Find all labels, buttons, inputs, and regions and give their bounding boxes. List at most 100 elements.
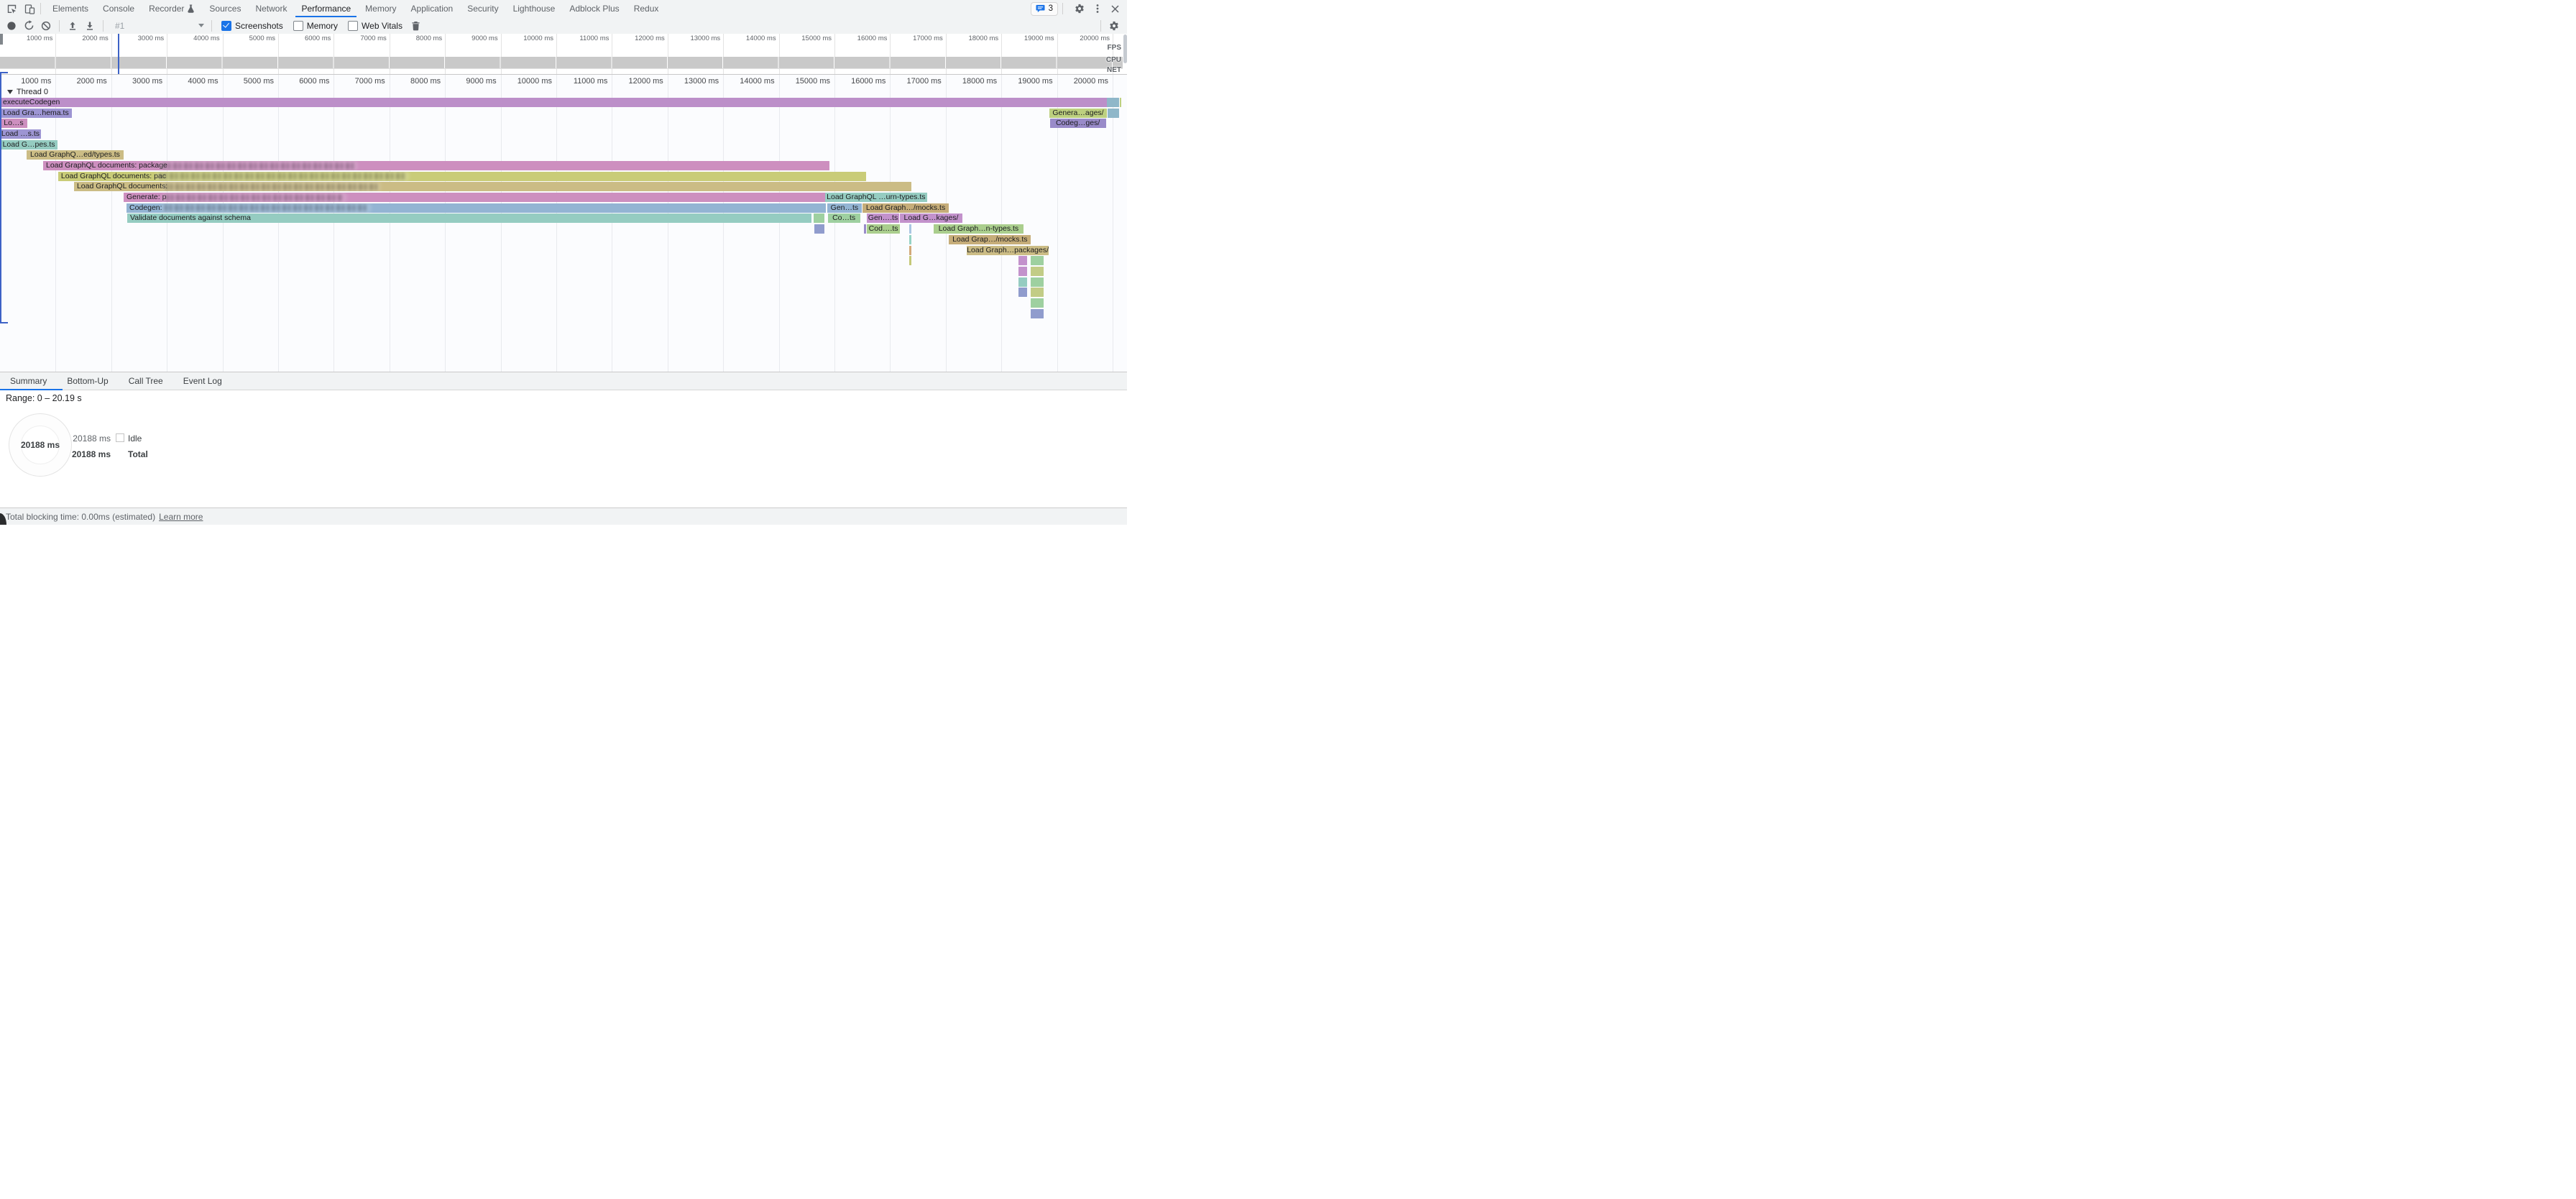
flame-bar[interactable]: Load …s.ts [0,129,41,139]
flame-bar[interactable]: Load Gra…hema.ts [0,109,72,118]
details-tab-summary[interactable]: Summary [0,372,57,390]
flame-bar-fragment[interactable] [1018,256,1027,265]
web-vitals-checkbox[interactable] [348,21,358,31]
flame-bar-fragment[interactable] [1031,256,1044,265]
device-toolbar-icon[interactable] [24,3,36,15]
settings-gear-icon[interactable] [1073,3,1085,15]
capture-settings-gear-icon[interactable] [1107,19,1121,33]
flame-bar-fragment[interactable] [814,213,824,223]
chat-bubble-icon [1036,4,1045,13]
flame-bar-fragment[interactable] [1031,309,1044,318]
tabbar-right-controls: 3 [1031,2,1127,16]
flame-bar[interactable]: Gen….ts [867,213,899,223]
flame-bar-fragment[interactable] [1031,288,1044,297]
memory-checkbox[interactable] [293,21,303,31]
flame-bar[interactable]: Load Graph…/mocks.ts [862,203,949,213]
flame-bar[interactable]: Codegen: [126,203,826,213]
flame-bar-fragment[interactable] [1107,98,1119,107]
tab-elements[interactable]: Elements [45,0,96,17]
flame-bar-fragment[interactable] [1031,277,1044,287]
flame-bar[interactable]: Codeg…ges/ [1050,119,1106,128]
learn-more-link[interactable]: Learn more [159,512,203,522]
details-tab-call-tree[interactable]: Call Tree [119,372,173,390]
tab-adblock-plus[interactable]: Adblock Plus [562,0,626,17]
total-value: 20188 ms [68,449,111,459]
tab-network[interactable]: Network [248,0,294,17]
save-profile-icon[interactable] [83,19,97,33]
profile-history-select[interactable]: #1 [111,21,204,31]
flame-bar-fragment[interactable] [864,224,866,234]
flame-bar-fragment[interactable] [1018,267,1027,276]
tab-security[interactable]: Security [460,0,505,17]
timeline-overview[interactable]: 1000 ms2000 ms3000 ms4000 ms5000 ms6000 … [0,34,1127,75]
reload-and-record-button[interactable] [22,19,36,33]
flame-bar[interactable]: Load G…kages/ [900,213,962,223]
flame-bar[interactable]: executeCodegen [0,98,1109,107]
tab-redux[interactable]: Redux [627,0,666,17]
issues-badge[interactable]: 3 [1031,2,1058,16]
tab-console[interactable]: Console [96,0,142,17]
flame-gridline [946,75,947,372]
screenshots-checkbox[interactable] [221,21,231,31]
kebab-menu-icon[interactable] [1091,3,1103,15]
details-tab-event-log[interactable]: Event Log [173,372,232,390]
screenshots-label: Screenshots [235,21,283,31]
flame-bar-fragment[interactable] [1031,267,1044,276]
flame-bar[interactable]: Gen…ts [827,203,862,213]
flame-bar[interactable]: Validate documents against schema [127,213,811,223]
ruler-tick-label: 15000 ms [783,77,830,86]
redacted-text-blur [160,173,406,180]
performance-toolbar: #1 Screenshots Memory Web Vitals [0,17,1127,35]
tab-sources[interactable]: Sources [202,0,248,17]
flame-bar-fragment[interactable] [1018,288,1027,297]
flame-bar[interactable]: Load G…pes.ts [0,140,58,150]
flame-bar-fragment[interactable] [1018,277,1027,287]
flame-bar-fragment[interactable] [1031,298,1044,308]
devtools-tabbar: Elements ConsoleRecorderSources Network Per… [0,0,1127,18]
flame-bar[interactable]: Load GraphQ…ed/types.ts [27,150,124,160]
flame-bar-fragment[interactable] [909,256,911,265]
memory-checkbox-row[interactable]: Memory [293,21,338,31]
flame-bar[interactable]: Genera…ages/ [1049,109,1107,118]
flame-bar[interactable]: Generate: p [124,193,827,202]
details-tab-bottom-up[interactable]: Bottom-Up [57,372,118,390]
tab-label: Elements [52,4,88,14]
flame-bar[interactable]: Load Grap…/mocks.ts [949,235,1031,244]
overview-marker-line[interactable] [118,34,119,74]
flame-vertical-scrollbar[interactable] [1123,35,1127,63]
flame-bar[interactable]: Load Graph…packages/ [967,246,1049,255]
flame-bar-fragment[interactable] [909,246,911,255]
tab-recorder[interactable]: Recorder [142,0,202,17]
tab-application[interactable]: Application [404,0,461,17]
flame-bar-fragment[interactable] [814,224,824,234]
flame-bar[interactable]: Lo…s [0,119,27,128]
flame-bar[interactable]: Load GraphQL …urn-types.ts [825,193,927,202]
flame-bar[interactable]: Load GraphQL documents: package [43,161,829,170]
tab-label: Network [255,4,287,14]
trash-icon[interactable] [409,19,423,33]
flame-bar-fragment[interactable] [909,235,911,244]
inspect-element-icon[interactable] [6,3,18,15]
thread-0-header[interactable]: Thread 0 [7,87,48,97]
web-vitals-checkbox-row[interactable]: Web Vitals [348,21,402,31]
flame-bar[interactable]: Load GraphQL documents: [74,182,911,191]
flame-bar-fragment[interactable] [1120,98,1121,107]
overview-tick-label: 17000 ms [900,35,943,42]
tab-performance[interactable]: Performance [294,0,358,17]
flame-chart-canvas[interactable] [0,75,1127,372]
load-profile-icon[interactable] [65,19,80,33]
flame-bar-fragment[interactable] [1108,109,1119,118]
tab-lighthouse[interactable]: Lighthouse [506,0,563,17]
flame-bar-fragment[interactable] [909,224,911,234]
record-button[interactable] [4,19,19,33]
close-icon[interactable] [1109,3,1121,15]
tab-memory[interactable]: Memory [358,0,403,17]
flame-bar[interactable]: Co…ts [828,213,860,223]
overview-tick-label: 1000 ms [9,35,52,42]
flame-bar[interactable]: Load Graph…n-types.ts [934,224,1024,234]
flame-bar[interactable]: Load GraphQL documents: pac [58,172,866,181]
screenshots-checkbox-row[interactable]: Screenshots [221,21,283,31]
clear-recording-icon[interactable] [39,19,53,33]
flame-bar[interactable]: Cod….ts [867,224,900,234]
overview-window-grip[interactable] [0,34,3,45]
